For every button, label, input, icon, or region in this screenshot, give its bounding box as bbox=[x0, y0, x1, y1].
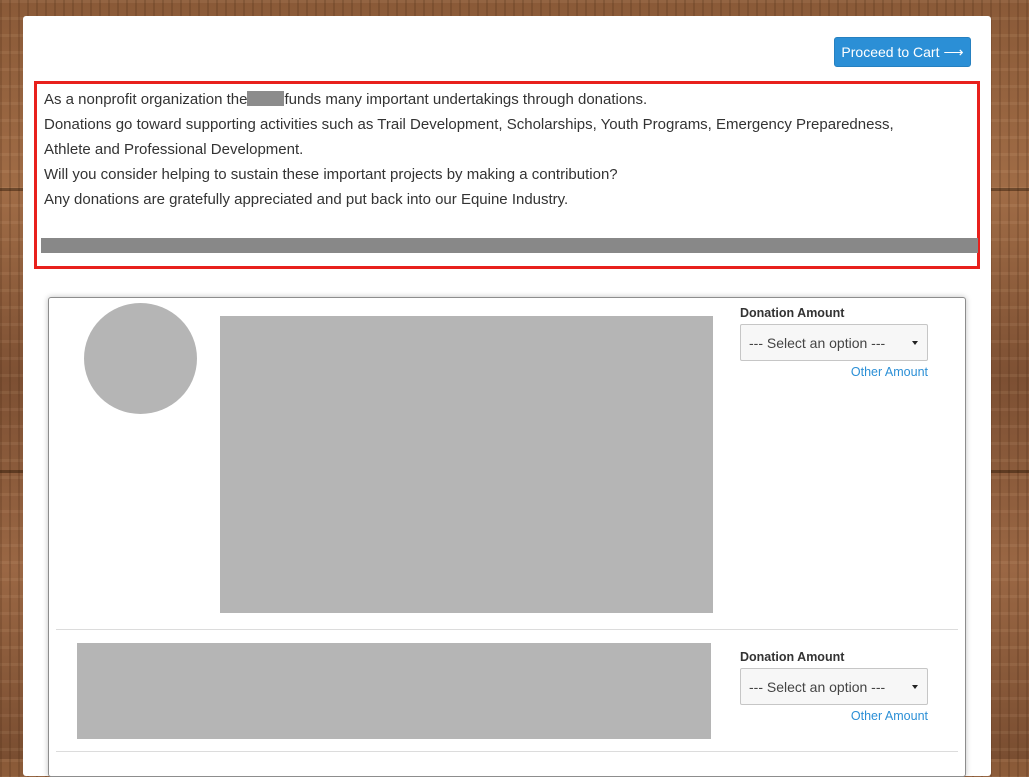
intro-line-5: Any donations are gratefully appreciated… bbox=[44, 191, 569, 208]
caret-down-icon bbox=[912, 341, 918, 345]
donation-amount-select[interactable]: --- Select an option --- bbox=[740, 668, 928, 705]
arrow-right-icon: ⟶ bbox=[943, 43, 964, 60]
proceed-to-cart-button[interactable]: Proceed to Cart ⟶ bbox=[834, 37, 971, 67]
other-amount-link[interactable]: Other Amount bbox=[851, 709, 928, 723]
donation-amount-label: Donation Amount bbox=[740, 650, 845, 664]
other-amount-link[interactable]: Other Amount bbox=[851, 365, 928, 379]
redacted-text-bar bbox=[41, 238, 978, 253]
donation-list: Donation Amount --- Select an option ---… bbox=[48, 297, 966, 777]
main-panel: Proceed to Cart ⟶ As a nonprofit organiz… bbox=[23, 16, 991, 777]
redacted-org-name bbox=[247, 91, 285, 106]
select-value: --- Select an option --- bbox=[749, 678, 886, 695]
donation-image-placeholder bbox=[220, 316, 713, 613]
donation-image-placeholder bbox=[77, 643, 711, 739]
intro-line-3: Athlete and Professional Development. bbox=[44, 141, 304, 158]
donation-amount-select[interactable]: --- Select an option --- bbox=[740, 324, 928, 361]
item-divider bbox=[56, 751, 958, 752]
intro-line-2: Donations go toward supporting activitie… bbox=[44, 116, 894, 133]
donation-intro-box: As a nonprofit organization the funds man… bbox=[34, 81, 980, 269]
cart-button-label: Proceed to Cart bbox=[841, 44, 940, 60]
intro-line-1: As a nonprofit organization the funds man… bbox=[44, 91, 648, 108]
intro-line-4: Will you consider helping to sustain the… bbox=[44, 166, 618, 183]
caret-down-icon bbox=[912, 685, 918, 689]
donation-logo-placeholder bbox=[84, 303, 197, 414]
select-value: --- Select an option --- bbox=[749, 334, 886, 351]
donation-amount-label: Donation Amount bbox=[740, 306, 845, 320]
item-divider bbox=[56, 629, 958, 630]
